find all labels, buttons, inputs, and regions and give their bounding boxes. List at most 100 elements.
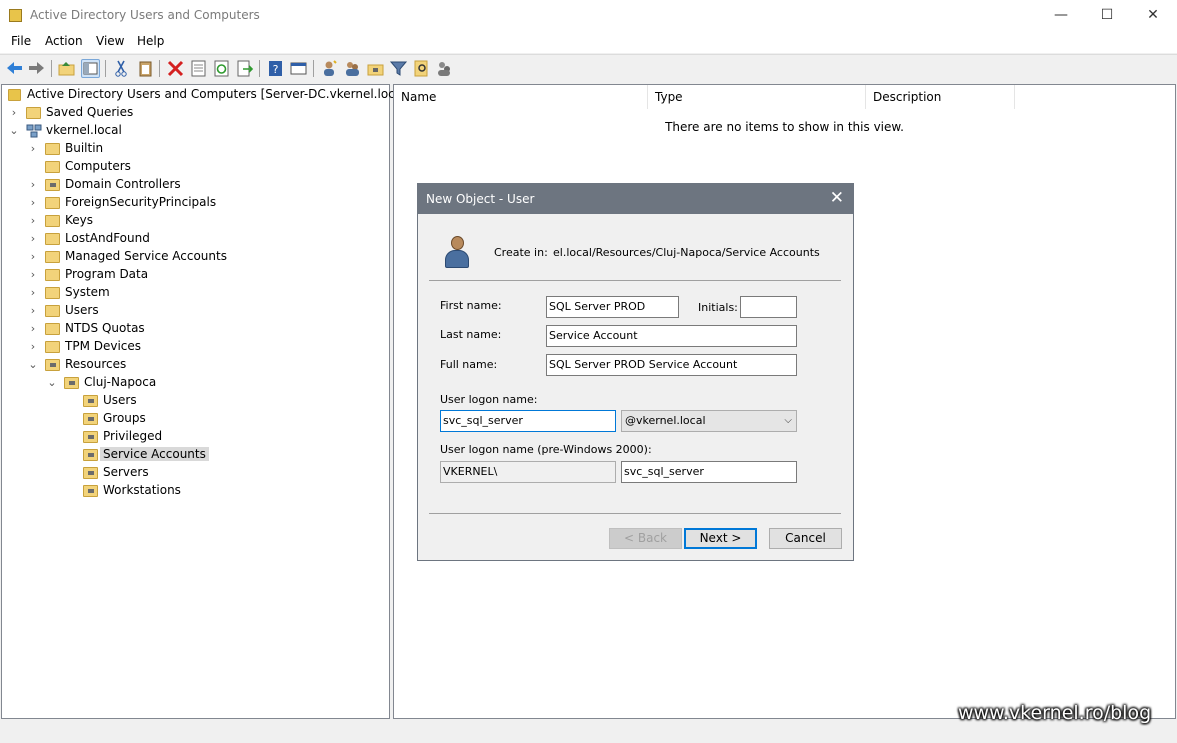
logon-name-label: User logon name:	[440, 393, 538, 406]
help-icon[interactable]: ?	[266, 59, 285, 78]
ou-folder-icon	[64, 377, 79, 389]
folder-icon	[45, 251, 60, 263]
new-ou-icon[interactable]	[366, 59, 385, 78]
filter-icon[interactable]	[389, 59, 408, 78]
empty-list-message: There are no items to show in this view.	[665, 120, 904, 134]
window-title: Active Directory Users and Computers	[30, 8, 260, 22]
dialog-close-icon[interactable]: ✕	[830, 188, 844, 208]
svg-text:?: ?	[273, 63, 279, 76]
domain-icon	[26, 124, 42, 138]
chevron-right-icon[interactable]: ›	[27, 212, 39, 230]
console-view-icon[interactable]	[289, 59, 308, 78]
pre2000-logon-field[interactable]: svc_sql_server	[621, 461, 797, 483]
properties-icon[interactable]	[189, 59, 208, 78]
domain-suffix-value: @vkernel.local	[625, 414, 706, 427]
tree-pane: Active Directory Users and Computers [Se…	[1, 84, 410, 719]
dialog-title-bar: New Object - User ✕	[418, 184, 853, 214]
ou-folder-icon	[83, 431, 98, 443]
folder-icon	[45, 161, 60, 173]
chevron-right-icon[interactable]: ›	[27, 176, 39, 194]
folder-icon	[45, 323, 60, 335]
folder-icon	[45, 305, 60, 317]
initials-field[interactable]	[740, 296, 797, 318]
paste-icon[interactable]	[136, 59, 155, 78]
ou-folder-icon	[83, 485, 98, 497]
create-in-path: el.local/Resources/Cluj-Napoca/Service A…	[553, 246, 820, 259]
chevron-right-icon[interactable]: ›	[27, 266, 39, 284]
show-hide-tree-icon[interactable]	[81, 59, 100, 78]
cancel-button[interactable]: Cancel	[769, 528, 842, 549]
menu-view[interactable]: View	[96, 34, 124, 48]
menu-file[interactable]: File	[11, 34, 31, 48]
next-button[interactable]: Next >	[684, 528, 757, 549]
last-name-field[interactable]: Service Account	[546, 325, 797, 347]
back-button[interactable]: < Back	[609, 528, 682, 549]
full-name-field[interactable]: SQL Server PROD Service Account	[546, 354, 797, 376]
new-group-icon[interactable]	[343, 59, 362, 78]
chevron-right-icon[interactable]: ›	[27, 284, 39, 302]
logon-name-field[interactable]: svc_sql_server	[440, 410, 616, 432]
delete-icon[interactable]	[166, 59, 185, 78]
folder-icon	[26, 107, 41, 119]
ou-folder-icon	[83, 413, 98, 425]
column-header-type[interactable]: Type	[648, 85, 866, 109]
folder-icon	[45, 269, 60, 281]
chevron-right-icon[interactable]: ›	[27, 338, 39, 356]
chevron-right-icon[interactable]: ›	[27, 140, 39, 158]
dialog-title: New Object - User	[426, 192, 535, 206]
ou-folder-icon	[83, 467, 98, 479]
forward-arrow-icon[interactable]	[27, 59, 46, 78]
chevron-right-icon[interactable]: ›	[27, 248, 39, 266]
menu-action[interactable]: Action	[45, 34, 83, 48]
ou-folder-icon	[45, 179, 60, 191]
full-name-label: Full name:	[440, 358, 498, 371]
pre2000-logon-label: User logon name (pre-Windows 2000):	[440, 443, 652, 456]
add-to-group-icon[interactable]	[435, 59, 454, 78]
first-name-label: First name:	[440, 299, 502, 312]
minimize-icon[interactable]: —	[1038, 0, 1084, 31]
chevron-right-icon[interactable]: ›	[27, 302, 39, 320]
app-icon	[9, 9, 22, 22]
folder-icon	[45, 233, 60, 245]
folder-icon	[45, 143, 60, 155]
chevron-right-icon[interactable]: ›	[27, 320, 39, 338]
back-arrow-icon[interactable]	[5, 59, 24, 78]
chevron-right-icon[interactable]: ›	[27, 194, 39, 212]
ou-folder-icon	[83, 449, 98, 461]
ou-folder-icon	[45, 359, 60, 371]
ou-folder-icon	[83, 395, 98, 407]
domain-suffix-select[interactable]: @vkernel.local ⌵	[621, 410, 797, 432]
initials-label: Initials:	[698, 301, 738, 314]
column-header-name[interactable]: Name	[394, 85, 648, 109]
title-bar: Active Directory Users and Computers — ☐…	[0, 0, 1177, 31]
refresh-icon[interactable]	[212, 59, 231, 78]
chevron-right-icon[interactable]: ›	[27, 230, 39, 248]
toolbar: ?	[0, 54, 1177, 81]
chevron-down-icon: ⌵	[784, 415, 792, 426]
menu-bar: File Action View Help	[0, 31, 1177, 53]
new-user-icon[interactable]	[320, 59, 339, 78]
create-in-label: Create in:	[494, 246, 548, 259]
chevron-right-icon[interactable]: ›	[8, 104, 20, 122]
cut-icon[interactable]	[112, 59, 131, 78]
folder-icon	[45, 215, 60, 227]
user-icon	[443, 236, 471, 270]
folder-icon	[45, 197, 60, 209]
find-icon[interactable]	[412, 59, 431, 78]
chevron-down-icon[interactable]: ⌄	[46, 374, 58, 392]
pre2000-domain-field: VKERNEL\	[440, 461, 616, 483]
watermark: www.vkernel.ro/blog	[958, 702, 1152, 724]
chevron-down-icon[interactable]: ⌄	[27, 356, 39, 374]
chevron-down-icon[interactable]: ⌄	[8, 122, 20, 140]
last-name-label: Last name:	[440, 328, 502, 341]
column-header-description[interactable]: Description	[866, 85, 1015, 109]
close-icon[interactable]: ✕	[1130, 0, 1176, 31]
export-list-icon[interactable]	[235, 59, 254, 78]
up-folder-icon[interactable]	[57, 59, 76, 78]
first-name-field[interactable]: SQL Server PROD	[546, 296, 679, 318]
maximize-icon[interactable]: ☐	[1084, 0, 1130, 31]
menu-help[interactable]: Help	[137, 34, 164, 48]
new-user-dialog: New Object - User ✕ Create in: el.local/…	[417, 183, 854, 561]
folder-icon	[45, 341, 60, 353]
folder-icon	[45, 287, 60, 299]
